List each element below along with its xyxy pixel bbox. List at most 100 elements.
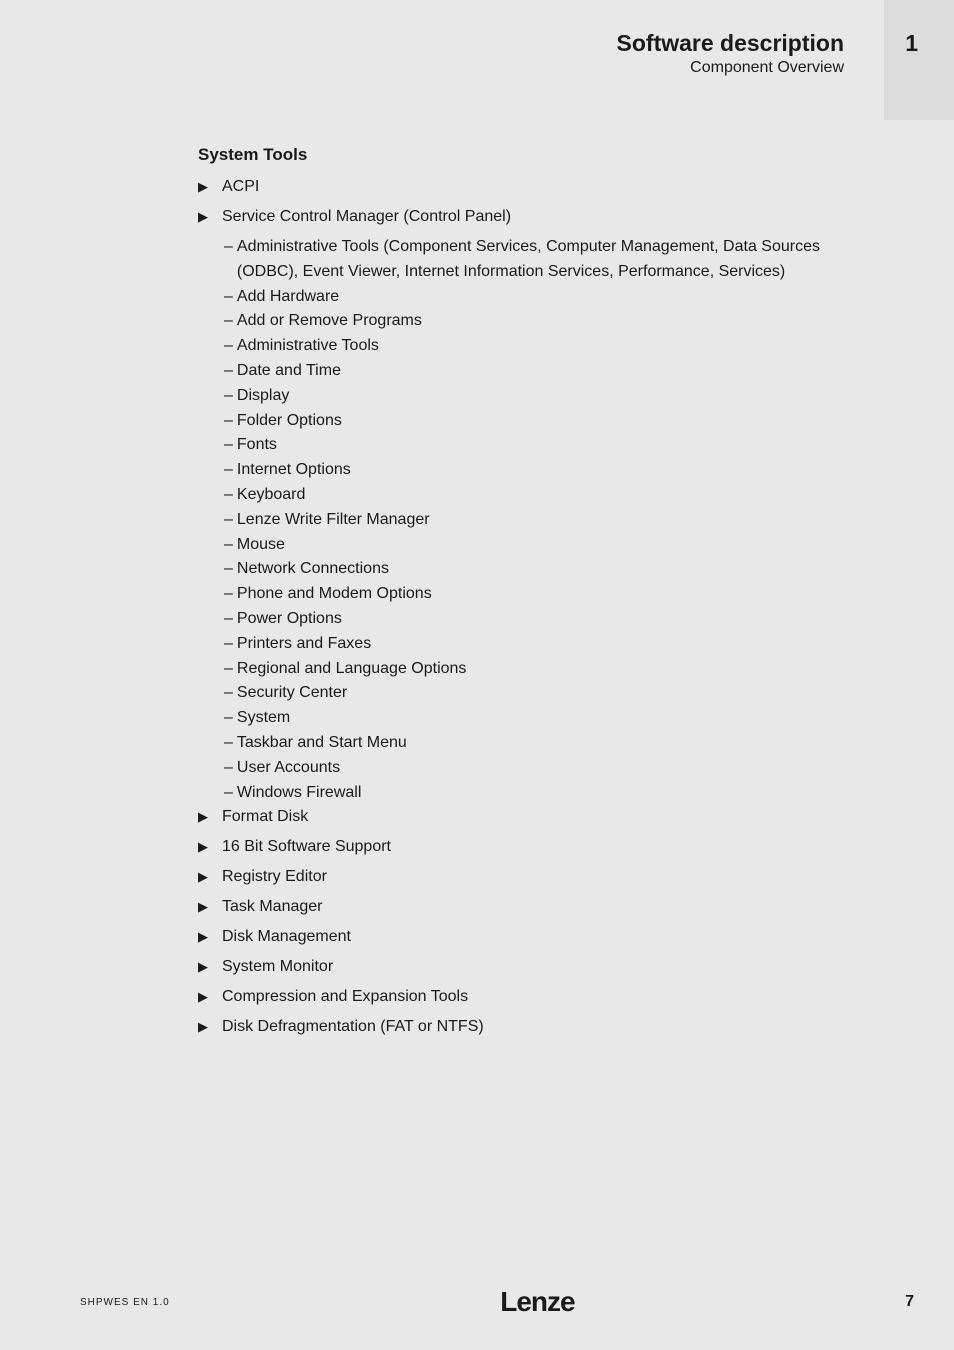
- sub-text: System: [237, 706, 854, 731]
- dash-bullet-icon: –: [224, 706, 237, 731]
- triangle-bullet-icon: ▶: [198, 835, 222, 857]
- bullet-item: ▶Registry Editor: [198, 865, 854, 889]
- sub-text: Add Hardware: [237, 285, 854, 310]
- dash-bullet-icon: –: [224, 756, 237, 781]
- triangle-bullet-icon: ▶: [198, 805, 222, 827]
- header-band: [884, 0, 954, 120]
- sub-item: –Windows Firewall: [224, 781, 854, 806]
- dash-bullet-icon: –: [224, 557, 237, 582]
- sub-text: Date and Time: [237, 359, 854, 384]
- page-footer: SHPWES EN 1.0 Lenze 7: [0, 1286, 954, 1318]
- sub-item: –Keyboard: [224, 483, 854, 508]
- content-area: System Tools ▶ACPI▶Service Control Manag…: [198, 145, 854, 1045]
- bullet-item: ▶Compression and Expansion Tools: [198, 985, 854, 1009]
- triangle-bullet-icon: ▶: [198, 205, 222, 227]
- dash-bullet-icon: –: [224, 285, 237, 310]
- sub-item: –Printers and Faxes: [224, 632, 854, 657]
- triangle-bullet-icon: ▶: [198, 985, 222, 1007]
- sub-item: –Internet Options: [224, 458, 854, 483]
- sub-text: Administrative Tools (Component Services…: [237, 235, 854, 285]
- sub-text: Regional and Language Options: [237, 657, 854, 682]
- sub-text: User Accounts: [237, 756, 854, 781]
- sub-text: Security Center: [237, 681, 854, 706]
- sub-text: Lenze Write Filter Manager: [237, 508, 854, 533]
- bullet-text: Format Disk: [222, 805, 854, 829]
- bullet-text: Compression and Expansion Tools: [222, 985, 854, 1009]
- dash-bullet-icon: –: [224, 409, 237, 434]
- sub-text: Power Options: [237, 607, 854, 632]
- sub-item: –Regional and Language Options: [224, 657, 854, 682]
- dash-bullet-icon: –: [224, 607, 237, 632]
- sub-text: Folder Options: [237, 409, 854, 434]
- footer-page-number: 7: [905, 1293, 914, 1311]
- sub-item: –Power Options: [224, 607, 854, 632]
- sub-text: Fonts: [237, 433, 854, 458]
- triangle-bullet-icon: ▶: [198, 925, 222, 947]
- bullet-item: ▶ACPI: [198, 175, 854, 199]
- sub-text: Internet Options: [237, 458, 854, 483]
- sub-text: Display: [237, 384, 854, 409]
- bullet-item: ▶Format Disk: [198, 805, 854, 829]
- sub-item: –Lenze Write Filter Manager: [224, 508, 854, 533]
- bullet-item: ▶Service Control Manager (Control Panel): [198, 205, 854, 229]
- sub-item: –Administrative Tools (Component Service…: [224, 235, 854, 285]
- sub-text: Keyboard: [237, 483, 854, 508]
- sub-item: –Taskbar and Start Menu: [224, 731, 854, 756]
- dash-bullet-icon: –: [224, 235, 237, 260]
- triangle-bullet-icon: ▶: [198, 865, 222, 887]
- bullet-item: ▶Disk Defragmentation (FAT or NTFS): [198, 1015, 854, 1039]
- bullet-text: System Monitor: [222, 955, 854, 979]
- dash-bullet-icon: –: [224, 384, 237, 409]
- sub-item: –Folder Options: [224, 409, 854, 434]
- bullet-item: ▶System Monitor: [198, 955, 854, 979]
- triangle-bullet-icon: ▶: [198, 175, 222, 197]
- bullet-text: Disk Defragmentation (FAT or NTFS): [222, 1015, 854, 1039]
- sub-item: –Fonts: [224, 433, 854, 458]
- sub-text: Phone and Modem Options: [237, 582, 854, 607]
- sub-item: –Date and Time: [224, 359, 854, 384]
- sub-text: Taskbar and Start Menu: [237, 731, 854, 756]
- sub-item: –Add or Remove Programs: [224, 309, 854, 334]
- dash-bullet-icon: –: [224, 533, 237, 558]
- bullet-text: Service Control Manager (Control Panel): [222, 205, 854, 229]
- footer-doc-id: SHPWES EN 1.0: [80, 1297, 170, 1308]
- sub-text: Mouse: [237, 533, 854, 558]
- sub-item: –User Accounts: [224, 756, 854, 781]
- dash-bullet-icon: –: [224, 632, 237, 657]
- page-header: Software description Component Overview: [617, 30, 844, 77]
- bullet-item: ▶Disk Management: [198, 925, 854, 949]
- bullet-item: ▶16 Bit Software Support: [198, 835, 854, 859]
- triangle-bullet-icon: ▶: [198, 1015, 222, 1037]
- bullet-text: Registry Editor: [222, 865, 854, 889]
- chapter-number: 1: [905, 30, 918, 57]
- sub-item: –Network Connections: [224, 557, 854, 582]
- bullet-text: ACPI: [222, 175, 854, 199]
- triangle-bullet-icon: ▶: [198, 955, 222, 977]
- dash-bullet-icon: –: [224, 657, 237, 682]
- dash-bullet-icon: –: [224, 681, 237, 706]
- dash-bullet-icon: –: [224, 359, 237, 384]
- section-title: System Tools: [198, 145, 854, 165]
- dash-bullet-icon: –: [224, 433, 237, 458]
- sub-text: Printers and Faxes: [237, 632, 854, 657]
- dash-bullet-icon: –: [224, 582, 237, 607]
- sub-item: –Display: [224, 384, 854, 409]
- dash-bullet-icon: –: [224, 781, 237, 806]
- sub-item: –Mouse: [224, 533, 854, 558]
- bullet-text: Task Manager: [222, 895, 854, 919]
- sub-item: –Add Hardware: [224, 285, 854, 310]
- dash-bullet-icon: –: [224, 508, 237, 533]
- sub-text: Windows Firewall: [237, 781, 854, 806]
- dash-bullet-icon: –: [224, 731, 237, 756]
- sub-list: –Administrative Tools (Component Service…: [224, 235, 854, 805]
- sub-item: –Phone and Modem Options: [224, 582, 854, 607]
- sub-item: –Administrative Tools: [224, 334, 854, 359]
- dash-bullet-icon: –: [224, 458, 237, 483]
- sub-item: –Security Center: [224, 681, 854, 706]
- bullet-item: ▶Task Manager: [198, 895, 854, 919]
- header-title: Software description: [617, 30, 844, 57]
- dash-bullet-icon: –: [224, 334, 237, 359]
- footer-logo: Lenze: [500, 1286, 574, 1318]
- dash-bullet-icon: –: [224, 483, 237, 508]
- sub-item: –System: [224, 706, 854, 731]
